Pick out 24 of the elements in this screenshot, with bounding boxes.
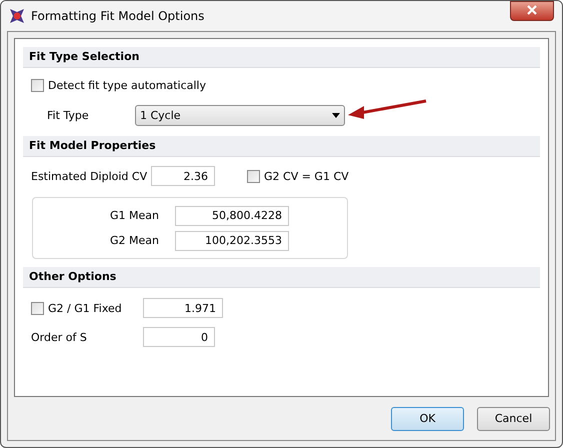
app-logo-icon <box>9 8 25 24</box>
field-label: Estimated Diploid CV <box>31 170 148 182</box>
close-icon <box>527 5 537 15</box>
cancel-button[interactable]: Cancel <box>477 406 550 430</box>
ratio-field[interactable]: 1.971 <box>143 298 223 318</box>
field-label: G2 Mean <box>109 234 159 247</box>
field-label: Fit Type <box>47 108 90 122</box>
field-label: G1 Mean <box>109 209 159 222</box>
g2-g1-fixed-checkbox[interactable]: G2 / G1 Fixed <box>31 302 122 314</box>
window-title: Formatting Fit Model Options <box>31 9 206 23</box>
mean-field[interactable]: 50,800.4228 <box>175 206 289 226</box>
ok-button[interactable]: OK <box>391 406 464 430</box>
section-heading: Fit Model Properties <box>23 136 540 157</box>
diploid-cv-field[interactable]: 2.36 <box>151 166 215 186</box>
caret-icon <box>332 112 340 118</box>
section-heading: Fit Type Selection <box>23 47 540 68</box>
section-heading: Other Options <box>23 267 540 288</box>
g2-cv-checkbox[interactable]: G2 CV = G1 CV <box>247 170 349 182</box>
order-field[interactable]: 0 <box>143 327 215 347</box>
detect-checkbox[interactable]: Detect fit type automatically <box>31 78 206 92</box>
field-label: Order of S <box>31 330 88 344</box>
fit-type-dropdown[interactable]: 1 Cycle <box>135 104 345 126</box>
close-button[interactable] <box>510 1 554 21</box>
mean-field[interactable]: 100,202.3553 <box>175 230 289 250</box>
